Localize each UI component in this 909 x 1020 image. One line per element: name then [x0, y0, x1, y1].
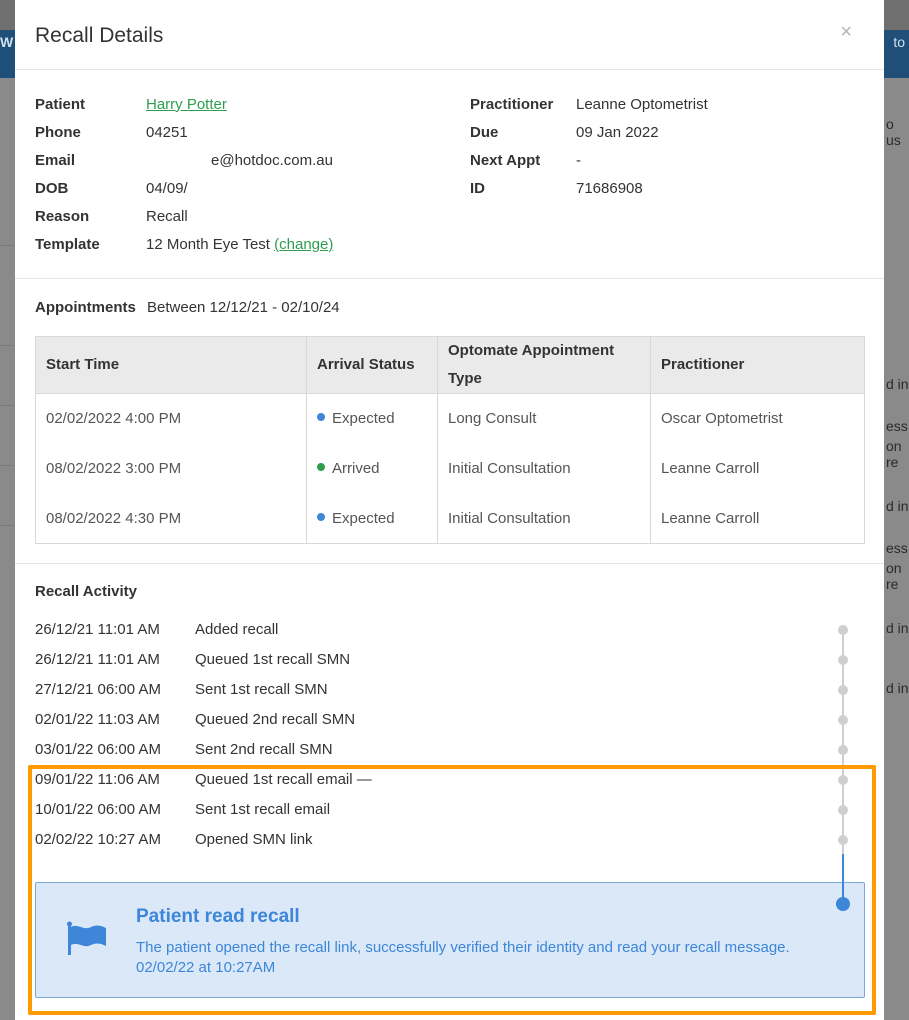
activity-item: 26/12/21 11:01 AM Added recall	[35, 621, 279, 638]
patient-name-link[interactable]: Harry Potter	[146, 95, 227, 115]
background-right-text: on re	[886, 438, 902, 470]
timeline-dot	[838, 655, 848, 665]
detail-value-next-appt: -	[576, 152, 581, 169]
cell-practitioner: Leanne Carroll	[650, 443, 865, 494]
modal-title: Recall Details	[35, 24, 164, 47]
recall-activity-title: Recall Activity	[35, 583, 137, 600]
table-row: 08/02/2022 4:30 PM Expected Initial Cons…	[35, 493, 865, 544]
cell-start-time: 08/02/2022 4:30 PM	[35, 493, 307, 544]
detail-label-id: ID	[470, 180, 485, 197]
timeline-dot	[838, 745, 848, 755]
recall-details-modal: Recall Details × Patient Harry Potter Ph…	[15, 0, 884, 1020]
status-dot-icon	[317, 512, 325, 521]
background-divider	[0, 405, 14, 406]
detail-value-template: 12 Month Eye Test (change)	[146, 236, 334, 253]
detail-value-phone: 04251	[146, 124, 188, 141]
background-divider	[0, 465, 14, 466]
detail-value-dob: 04/09/	[146, 180, 188, 197]
cell-appointment-type: Initial Consultation	[437, 443, 651, 494]
alert-message: The patient opened the recall link, succ…	[136, 939, 790, 956]
cell-practitioner: Oscar Optometrist	[650, 393, 865, 444]
detail-value-reason: Recall	[146, 208, 188, 225]
table-row: 08/02/2022 3:00 PM Arrived Initial Consu…	[35, 443, 865, 494]
timeline-dot	[838, 835, 848, 845]
recall-activity-section: Recall Activity 26/12/21 11:01 AM Added r…	[15, 564, 884, 1019]
table-row: 02/02/2022 4:00 PM Expected Long Consult…	[35, 393, 865, 444]
background-divider	[0, 525, 14, 526]
background-divider	[0, 345, 14, 346]
cell-start-time: 08/02/2022 3:00 PM	[35, 443, 307, 494]
timeline-dot	[838, 715, 848, 725]
column-header-practitioner: Practitioner	[650, 336, 865, 394]
background-banner-right-text: to	[893, 34, 905, 50]
detail-label-next-appt: Next Appt	[470, 152, 541, 169]
timeline-line-active	[842, 854, 844, 902]
activity-item: 26/12/21 11:01 AM Queued 1st recall SMN	[35, 651, 351, 668]
background-right-text: d in	[886, 680, 909, 696]
background-right-text: on re	[886, 560, 902, 592]
background-right-text: o us	[886, 116, 901, 148]
close-icon[interactable]: ×	[840, 22, 852, 42]
timeline-dot	[838, 625, 848, 635]
detail-label-dob: DOB	[35, 180, 69, 197]
alert-timestamp: 02/02/22 at 10:27AM	[136, 959, 276, 976]
timeline-dot	[838, 775, 848, 785]
timeline-dot	[838, 685, 848, 695]
activity-item: 27/12/21 06:00 AM Sent 1st recall SMN	[35, 681, 328, 698]
timeline-dot-active	[836, 897, 850, 911]
cell-appointment-type: Initial Consultation	[437, 493, 651, 544]
cell-arrival-status: Arrived	[306, 443, 438, 494]
column-header-appointment-type: Optomate Appointment Type	[437, 336, 651, 394]
cell-practitioner: Leanne Carroll	[650, 493, 865, 544]
detail-value-due: 09 Jan 2022	[576, 124, 659, 141]
detail-label-practitioner: Practitioner	[470, 96, 554, 113]
appointments-label: Appointments	[35, 299, 136, 316]
detail-value-practitioner: Leanne Optometrist	[576, 96, 708, 113]
flag-icon	[66, 921, 108, 962]
background-right-text: d in	[886, 376, 909, 392]
activity-item: 02/01/22 11:03 AM Queued 2nd recall SMN	[35, 711, 356, 728]
column-header-arrival-status: Arrival Status	[306, 336, 438, 394]
background-right-text: d in	[886, 620, 909, 636]
change-template-link[interactable]: (change)	[274, 236, 333, 253]
activity-item: 10/01/22 06:00 AM Sent 1st recall email	[35, 801, 331, 818]
alert-title: Patient read recall	[136, 906, 300, 927]
timeline-dot	[838, 805, 848, 815]
background-divider	[0, 245, 14, 246]
detail-label-email: Email	[35, 152, 76, 169]
patient-details: Patient Harry Potter Phone 04251 Email e…	[15, 70, 884, 279]
background-right-text: d in	[886, 498, 909, 514]
activity-item: 09/01/22 11:06 AM Queued 1st recall email…	[35, 771, 372, 788]
appointments-section: Appointments Between 12/12/21 - 02/10/24…	[15, 279, 884, 564]
detail-label-due: Due	[470, 124, 499, 141]
patient-read-recall-alert: Patient read recall The patient opened t…	[35, 882, 865, 998]
cell-arrival-status: Expected	[306, 493, 438, 544]
alert-body: The patient opened the recall link, succ…	[136, 938, 836, 978]
appointments-table: Start Time Arrival Status Optomate Appoi…	[35, 336, 865, 544]
table-header-row: Start Time Arrival Status Optomate Appoi…	[35, 336, 865, 394]
detail-label-patient: Patient	[35, 96, 86, 113]
detail-label-phone: Phone	[35, 124, 81, 141]
cell-appointment-type: Long Consult	[437, 393, 651, 444]
cell-start-time: 02/02/2022 4:00 PM	[35, 393, 307, 444]
status-dot-icon	[317, 463, 325, 472]
detail-value-id: 71686908	[576, 180, 643, 197]
detail-label-template: Template	[35, 236, 100, 253]
status-dot-icon	[317, 413, 325, 422]
appointments-range: Between 12/12/21 - 02/10/24	[147, 299, 340, 316]
column-header-start-time: Start Time	[35, 336, 307, 394]
detail-label-reason: Reason	[35, 208, 90, 225]
activity-item: 03/01/22 06:00 AM Sent 2nd recall SMN	[35, 741, 333, 758]
detail-value-email: e@hotdoc.com.au	[211, 152, 333, 169]
cell-arrival-status: Expected	[306, 393, 438, 444]
background-banner-left-text: W	[0, 34, 14, 50]
background-right-text: ess	[886, 540, 908, 556]
activity-item: 02/02/22 10:27 AM Opened SMN link	[35, 831, 313, 848]
modal-header: Recall Details ×	[15, 0, 884, 70]
background-right-text: ess	[886, 418, 908, 434]
